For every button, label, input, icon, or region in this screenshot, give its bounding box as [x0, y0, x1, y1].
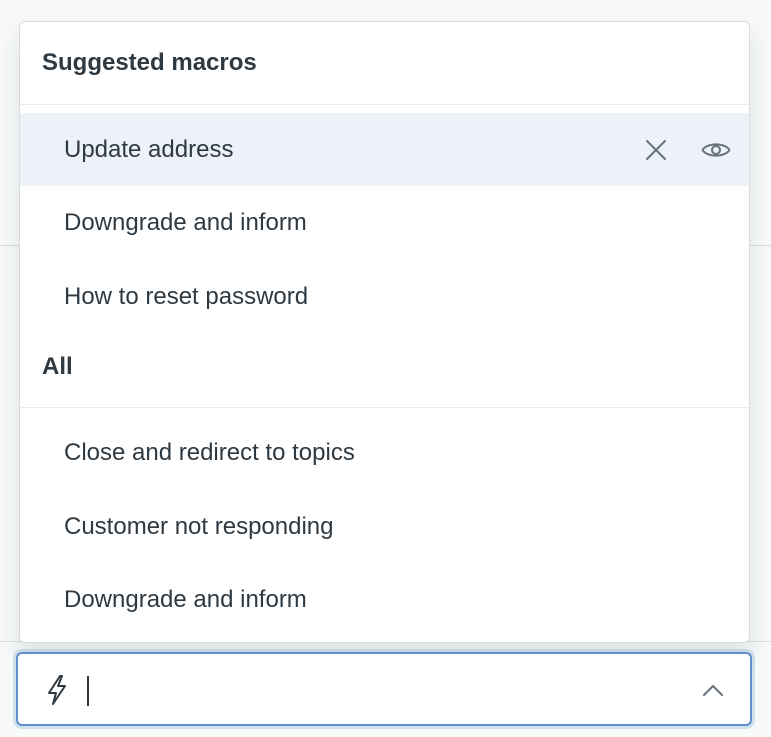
item-actions — [641, 113, 731, 186]
menu-item-label: Downgrade and inform — [64, 585, 307, 613]
menu-item-how-to-reset-password[interactable]: How to reset password — [20, 260, 749, 333]
eye-icon[interactable] — [701, 135, 731, 165]
close-icon[interactable] — [641, 135, 671, 165]
menu-item-update-address[interactable]: Update address — [20, 113, 749, 186]
macro-combobox[interactable] — [16, 652, 752, 726]
menu-item-customer-not-responding[interactable]: Customer not responding — [20, 490, 749, 563]
menu-item-downgrade-and-inform-all[interactable]: Downgrade and inform — [20, 563, 749, 636]
chevron-up-icon[interactable] — [700, 678, 726, 704]
text-cursor — [87, 676, 89, 706]
group-separator — [20, 104, 749, 105]
menu-item-downgrade-and-inform[interactable]: Downgrade and inform — [20, 186, 749, 259]
group-header-all: All — [42, 353, 73, 380]
menu-item-label: Customer not responding — [64, 512, 334, 540]
menu-item-label: Close and redirect to topics — [64, 438, 355, 466]
menu-item-close-and-redirect[interactable]: Close and redirect to topics — [20, 416, 749, 489]
menu-item-label: Update address — [64, 135, 234, 163]
lightning-bolt-icon — [44, 674, 70, 706]
macro-search-input[interactable] — [84, 668, 668, 712]
group-header-suggested: Suggested macros — [42, 49, 257, 76]
macro-dropdown-menu: Suggested macros Update address Downgrad… — [19, 21, 750, 643]
menu-item-label: Downgrade and inform — [64, 208, 307, 236]
group-separator — [20, 407, 749, 408]
menu-item-label: How to reset password — [64, 282, 309, 310]
